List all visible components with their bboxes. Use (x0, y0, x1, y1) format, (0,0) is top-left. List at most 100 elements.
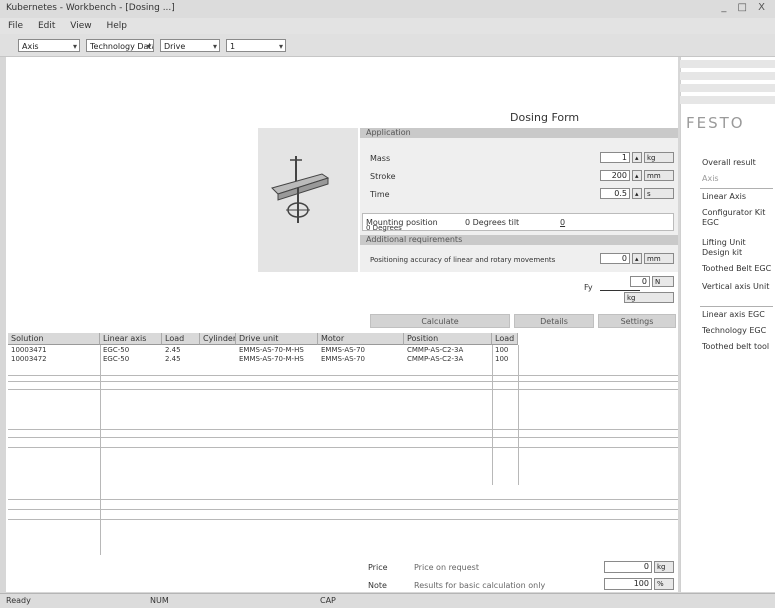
quantity-unit[interactable]: kg (654, 561, 674, 573)
sidebar-item-axis[interactable]: Axis (702, 174, 772, 184)
sidebar-item-configurator[interactable]: Configurator Kit EGC (702, 208, 772, 228)
mass-stepper[interactable]: ▴ (632, 152, 642, 163)
col-load-percent[interactable]: Load % (492, 333, 518, 345)
stroke-stepper[interactable]: ▴ (632, 170, 642, 181)
table-cell[interactable]: CMMP-AS-C2-3A (404, 346, 492, 355)
note-value: Results for basic calculation only (414, 581, 546, 590)
table-cell[interactable]: 2.45 (162, 355, 200, 364)
right-sidebar (680, 57, 775, 592)
col-motor[interactable]: Motor (318, 333, 404, 345)
table-cell[interactable]: EMMS-AS-70 (318, 346, 404, 355)
chevron-down-icon: ▾ (146, 42, 151, 51)
mounting-angle: 0 Degrees (366, 224, 402, 232)
table-cell[interactable]: CMMP-AS-C2-3A (404, 355, 492, 364)
table-cell[interactable] (200, 355, 236, 364)
table-vline (492, 345, 493, 485)
status-cap: CAP (320, 596, 336, 605)
stroke-input[interactable]: 200 (600, 170, 630, 181)
technology-select[interactable]: Technology Data ▾ (86, 39, 154, 52)
axis-select[interactable]: Axis ▾ (18, 39, 80, 52)
sidebar-item-toothed-belt[interactable]: Toothed Belt EGC (702, 264, 772, 274)
sidebar-divider (700, 188, 773, 189)
sidebar-stripe (680, 72, 775, 80)
table-vline (100, 345, 101, 555)
load-label: Fy (584, 283, 593, 292)
sidebar-stripe (680, 84, 775, 92)
chevron-down-icon: ▾ (278, 42, 283, 51)
settings-button[interactable]: Settings (598, 314, 676, 328)
details-button[interactable]: Details (514, 314, 594, 328)
status-text: Ready (6, 596, 31, 605)
table-divider (8, 499, 678, 500)
menu-file[interactable]: File (8, 21, 23, 31)
col-load[interactable]: Load (162, 333, 200, 345)
total-input[interactable]: 100 (604, 578, 652, 590)
title-bar: Kubernetes - Workbench - [Dosing ...] _ … (0, 0, 775, 19)
col-linear-axis[interactable]: Linear axis (100, 333, 162, 345)
load-sub-unit-select[interactable]: kg (624, 292, 674, 303)
variant-select[interactable]: 1 ▾ (226, 39, 286, 52)
accuracy-stepper[interactable]: ▴ (632, 253, 642, 264)
sidebar-stripe (680, 60, 775, 68)
table-divider (8, 381, 678, 382)
col-solution[interactable]: Solution (8, 333, 100, 345)
table-cell[interactable]: EGC-50 (100, 355, 162, 364)
calculate-button[interactable]: Calculate (370, 314, 510, 328)
festo-logo: FESTO (686, 114, 745, 132)
variant-select-value: 1 (230, 42, 236, 51)
table-vline (518, 345, 519, 485)
table-cell[interactable]: 2.45 (162, 346, 200, 355)
mass-input[interactable]: 1 (600, 152, 630, 163)
table-cell[interactable]: EGC-50 (100, 346, 162, 355)
table-cell[interactable]: 100 (492, 355, 518, 364)
time-stepper[interactable]: ▴ (632, 188, 642, 199)
menu-edit[interactable]: Edit (38, 21, 55, 31)
application-header: Application (360, 128, 678, 138)
total-unit[interactable]: % (654, 578, 674, 590)
window-controls[interactable]: _ □ X (721, 2, 769, 13)
accuracy-label: Positioning accuracy of linear and rotar… (370, 256, 556, 264)
menu-view[interactable]: View (70, 21, 91, 31)
time-unit-select[interactable]: s (644, 188, 674, 199)
table-divider (8, 389, 678, 390)
sidebar-stripe (680, 96, 775, 104)
table-cell[interactable]: 10003471 (8, 346, 100, 355)
load-input[interactable]: 0 (630, 276, 650, 287)
table-cell[interactable]: 100 (492, 346, 518, 355)
price-value: Price on request (414, 563, 479, 572)
price-label: Price (368, 563, 388, 572)
table-cell[interactable]: EMMS-AS-70 (318, 355, 404, 364)
drive-select[interactable]: Drive ▾ (160, 39, 220, 52)
stroke-unit-select[interactable]: mm (644, 170, 674, 181)
sidebar-item-linear-axis[interactable]: Linear Axis (702, 192, 772, 202)
page-title: Dosing Form (510, 111, 580, 124)
sidebar-item-lifting-unit[interactable]: Lifting Unit Design kit (702, 238, 772, 258)
table-cell[interactable]: EMMS-AS-70-M-HS (236, 355, 318, 364)
mounting-value[interactable]: 0 (560, 218, 565, 227)
mass-unit-select[interactable]: kg (644, 152, 674, 163)
sidebar-item-vertical-axis[interactable]: Vertical axis Unit (702, 282, 772, 292)
quantity-input[interactable]: 0 (604, 561, 652, 573)
sidebar-item-linear-axis-egc[interactable]: Linear axis EGC (702, 310, 772, 320)
table-cell[interactable]: 10003472 (8, 355, 100, 364)
mounting-tilt: 0 Degrees tilt (465, 218, 520, 227)
col-position[interactable]: Position (404, 333, 492, 345)
table-cell[interactable] (200, 346, 236, 355)
sidebar-item-technology[interactable]: Technology EGC (702, 326, 772, 336)
table-divider (8, 375, 678, 376)
sidebar-item-toothed-tool[interactable]: Toothed belt tool (702, 342, 772, 352)
note-label: Note (368, 581, 387, 590)
time-input[interactable]: 0.5 (600, 188, 630, 199)
status-bar: Ready NUM CAP (0, 593, 775, 608)
col-drive-unit[interactable]: Drive unit (236, 333, 318, 345)
accuracy-unit-select[interactable]: mm (644, 253, 674, 264)
table-cell[interactable]: EMMS-AS-70-M-HS (236, 346, 318, 355)
sidebar-item-overall-result[interactable]: Overall result (702, 158, 772, 168)
col-cylinder[interactable]: Cylinder (200, 333, 236, 345)
menu-help[interactable]: Help (106, 21, 127, 31)
table-divider (8, 437, 678, 438)
table-divider (8, 447, 678, 448)
load-unit-select[interactable]: N (652, 276, 674, 287)
table-divider (8, 509, 678, 510)
accuracy-input[interactable]: 0 (600, 253, 630, 264)
